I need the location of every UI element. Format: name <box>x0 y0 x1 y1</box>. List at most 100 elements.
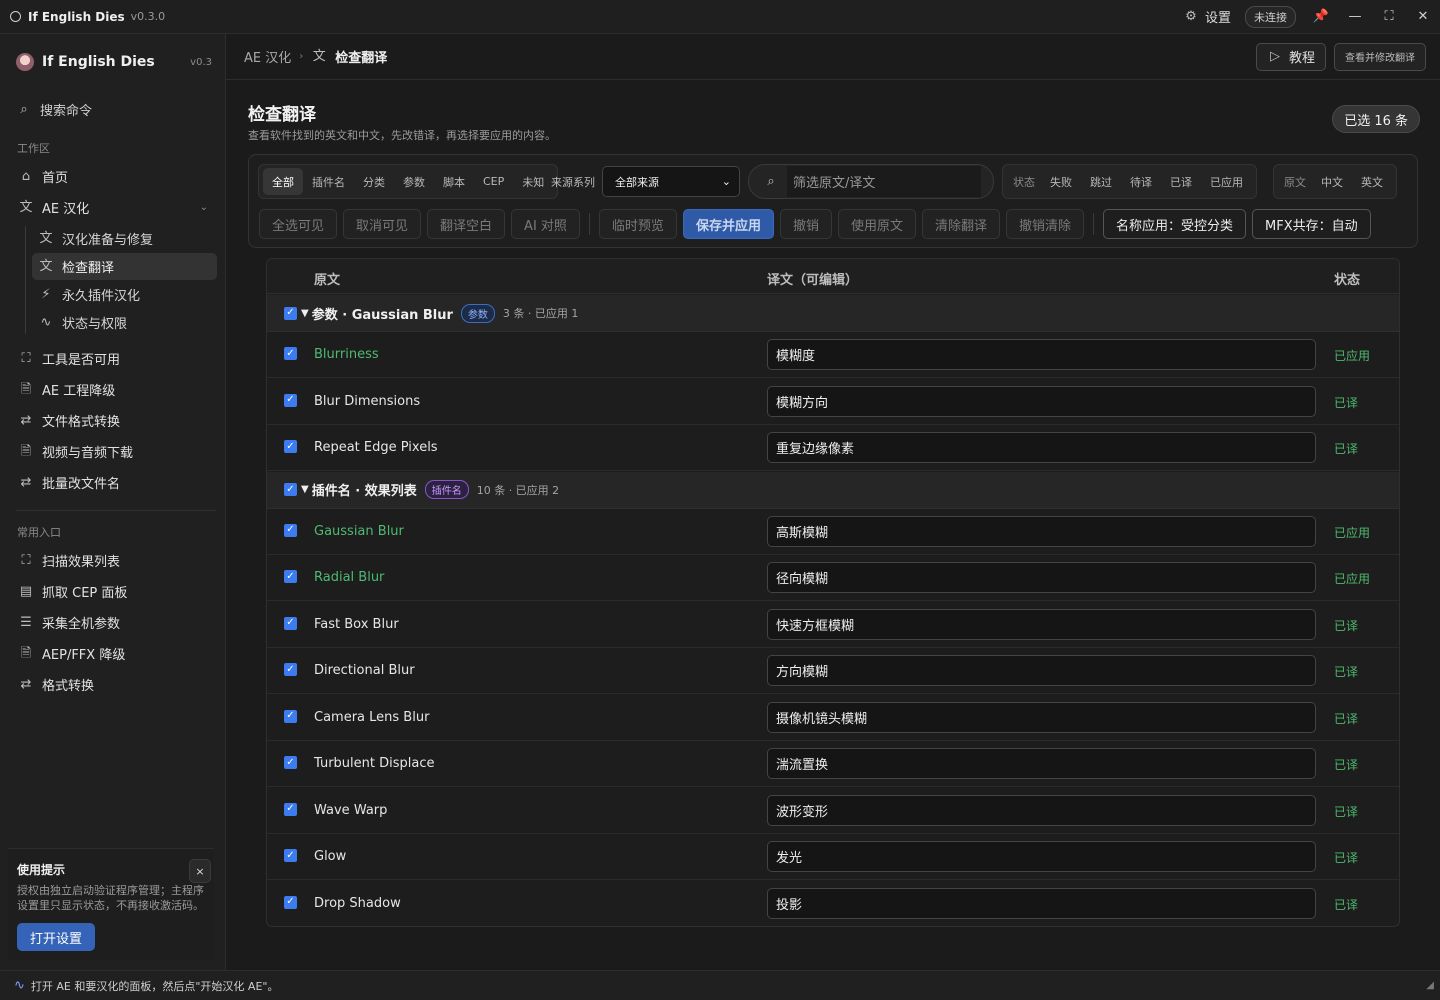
row-checkbox[interactable]: ✓ <box>284 570 297 583</box>
translation-input[interactable]: 摄像机镜头模糊 <box>767 701 1316 733</box>
translation-input[interactable]: 湍流置换 <box>767 748 1316 779</box>
category-plugin-name[interactable]: 插件名 <box>303 168 354 195</box>
open-settings-button[interactable]: 打开设置 <box>17 923 95 951</box>
source-select[interactable]: 全部来源 ⌄ <box>602 166 740 197</box>
row-checkbox[interactable]: ✓ <box>284 523 297 537</box>
row-checkbox[interactable]: ✓ <box>284 802 297 816</box>
collapse-triangle-icon[interactable]: ▼ <box>301 308 309 319</box>
row-checkbox[interactable]: ✓ <box>284 849 297 862</box>
minimize-button[interactable]: — <box>1338 0 1372 34</box>
row-checkbox[interactable]: ✓ <box>284 393 297 407</box>
status-skipped[interactable]: 跳过 <box>1081 168 1121 195</box>
name-apply-mode-button[interactable]: 名称应用：受控分类 <box>1103 209 1247 239</box>
sidebar-subitem-permanent[interactable]: ⚡ 永久插件汉化 <box>32 281 217 308</box>
status-filter: 状态 失败 跳过 待译 已译 已应用 <box>1002 164 1257 199</box>
row-checkbox[interactable]: ✓ <box>284 616 297 630</box>
command-search[interactable]: ⌕ 搜索命令 <box>16 98 212 120</box>
sidebar-item-label: 批量改文件名 <box>42 476 121 492</box>
sidebar-item-ae-localize[interactable]: 文 AE 汉化 ⌄ <box>16 194 216 220</box>
sidebar-subitem-prepare[interactable]: 文 汉化准备与修复 <box>32 225 217 252</box>
category-script[interactable]: 脚本 <box>434 168 474 195</box>
sidebar-subitem-status[interactable]: ∿ 状态与权限 <box>32 309 217 336</box>
translation-input[interactable]: 模糊方向 <box>767 385 1316 417</box>
translation-input[interactable]: 投影 <box>767 887 1316 919</box>
search-icon: ⌕ <box>767 174 775 189</box>
group-checkbox[interactable]: ✓ <box>284 306 297 320</box>
lang-chinese[interactable]: 中文 <box>1312 168 1352 195</box>
translation-input[interactable]: 方向模糊 <box>767 655 1316 686</box>
sidebar-item-format-convert[interactable]: ⇄ 文件格式转换 <box>16 407 216 433</box>
category-unknown[interactable]: 未知 <box>513 168 553 195</box>
category-all[interactable]: 全部 <box>263 168 303 195</box>
translation-input[interactable]: 快速方框模糊 <box>767 608 1316 640</box>
resize-grip-icon[interactable]: ◢ <box>1426 980 1434 991</box>
review-translation-button[interactable]: 查看并修改翻译 <box>1334 42 1426 71</box>
collapse-triangle-icon[interactable]: ▼ <box>301 484 309 495</box>
translation-input[interactable]: 重复边缘像素 <box>767 432 1316 463</box>
status-label: 已译 <box>1334 804 1359 819</box>
pin-button[interactable]: 📌 <box>1304 0 1338 34</box>
category-class[interactable]: 分类 <box>354 168 394 195</box>
translation-input[interactable]: 径向模糊 <box>767 562 1316 593</box>
tutorial-button[interactable]: ▷ 教程 <box>1255 42 1326 71</box>
status-translated[interactable]: 已译 <box>1161 168 1201 195</box>
use-original-button[interactable]: 使用原文 <box>837 209 916 239</box>
sidebar-item-label: 状态与权限 <box>62 317 128 332</box>
sidebar-item-format[interactable]: ⇄ 格式转换 <box>16 671 216 697</box>
brand-version: v0.3 <box>190 56 212 68</box>
temp-preview-button[interactable]: 临时预览 <box>598 209 677 239</box>
group-header[interactable]: ✓ ▼ 参数 · Gaussian Blur 参数 3 条 · 已应用 1 <box>267 295 1399 332</box>
tip-close-button[interactable]: × <box>189 859 211 883</box>
minimize-icon: — <box>1348 9 1362 24</box>
file-icon: 🗎 <box>20 443 32 459</box>
sidebar-item-collect-params[interactable]: ☰ 采集全机参数 <box>16 609 216 635</box>
category-param[interactable]: 参数 <box>394 168 434 195</box>
sidebar-item-home[interactable]: ⌂ 首页 <box>16 163 216 189</box>
group-title: 参数 · Gaussian Blur <box>311 307 453 323</box>
select-visible-button[interactable]: 全选可见 <box>259 209 338 239</box>
filter-search-input[interactable]: 筛选原文/译文 <box>787 166 981 197</box>
row-checkbox[interactable]: ✓ <box>284 709 297 723</box>
group-header[interactable]: ✓ ▼ 插件名 · 效果列表 插件名 10 条 · 已应用 2 <box>267 471 1399 509</box>
sidebar-item-ae-downgrade[interactable]: 🗎 AE 工程降级 <box>16 376 216 402</box>
row-checkbox[interactable]: ✓ <box>284 895 297 909</box>
sidebar-item-aep-downgrade[interactable]: 🗎 AEP/FFX 降级 <box>16 640 216 666</box>
sidebar-item-media-download[interactable]: 🗎 视频与音频下载 <box>16 438 216 464</box>
clear-translation-button[interactable]: 清除翻译 <box>921 209 1000 239</box>
sidebar-item-batch-rename[interactable]: ⇄ 批量改文件名 <box>16 469 216 495</box>
row-checkbox[interactable]: ✓ <box>284 440 297 453</box>
group-title: 插件名 · 效果列表 <box>311 484 417 499</box>
settings-button[interactable]: ⚙ 设置 <box>1183 7 1231 26</box>
maximize-button[interactable]: ⛶ <box>1372 0 1406 34</box>
lang-english[interactable]: 英文 <box>1352 168 1392 195</box>
status-applied[interactable]: 已应用 <box>1201 168 1252 195</box>
undo-button[interactable]: 撤销 <box>779 209 832 239</box>
translation-input[interactable]: 波形变形 <box>767 794 1316 826</box>
status-label: 已译 <box>1334 758 1359 772</box>
tree-line <box>25 226 26 334</box>
translate-blank-button[interactable]: 翻译空白 <box>427 209 506 239</box>
deselect-visible-button[interactable]: 取消可见 <box>343 209 422 239</box>
row-checkbox[interactable]: ✓ <box>284 663 297 676</box>
ai-compare-button[interactable]: AI 对照 <box>511 209 580 239</box>
sidebar-item-scan-effects[interactable]: ⛶ 扫描效果列表 <box>16 547 216 573</box>
status-failed[interactable]: 失败 <box>1041 168 1081 195</box>
breadcrumb-parent[interactable]: AE 汉化 <box>244 47 291 66</box>
category-cep[interactable]: CEP <box>474 168 513 195</box>
status-pending[interactable]: 待译 <box>1121 168 1161 195</box>
group-checkbox[interactable]: ✓ <box>284 483 297 496</box>
translation-input[interactable]: 发光 <box>767 841 1316 872</box>
mfx-coexist-button[interactable]: MFX共存：自动 <box>1252 209 1371 239</box>
sidebar-item-grab-cep[interactable]: ▤ 抓取 CEP 面板 <box>16 578 216 604</box>
row-checkbox[interactable]: ✓ <box>284 347 297 360</box>
save-apply-button[interactable]: 保存并应用 <box>682 209 774 239</box>
sidebar-item-tools-check[interactable]: ⛶ 工具是否可用 <box>16 345 216 371</box>
translation-input[interactable]: 模糊度 <box>767 339 1316 370</box>
row-checkbox[interactable]: ✓ <box>284 756 297 769</box>
filter-search[interactable]: ⌕ 筛选原文/译文 <box>748 164 994 199</box>
undo-clear-button[interactable]: 撤销清除 <box>1006 209 1085 239</box>
translation-input[interactable]: 高斯模糊 <box>767 515 1316 547</box>
close-window-button[interactable]: ✕ <box>1406 0 1440 34</box>
sidebar-subitem-check-translation[interactable]: 文 检查翻译 <box>32 253 217 280</box>
breadcrumb-current: 检查翻译 <box>335 51 388 66</box>
